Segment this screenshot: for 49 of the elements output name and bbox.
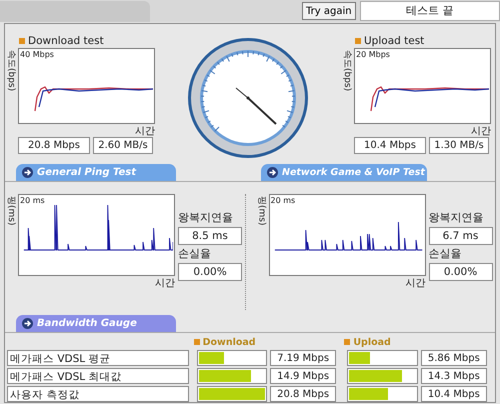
try-again-button[interactable]: Try again (302, 2, 356, 20)
latency-field: 6.7 ms (428, 227, 492, 246)
loss-label: 손실율 (428, 246, 462, 262)
scale-label: 40 Mbps (20, 50, 54, 59)
scale-label: 20 ms (20, 196, 45, 206)
table-cell: 14.3 Mbps (420, 368, 488, 384)
column-header: Upload (353, 336, 391, 348)
scale-label: 20 ms (270, 196, 296, 206)
axis-label: 시간 (155, 277, 175, 290)
loss-label: 손실율 (178, 246, 212, 262)
axis-label: 핑(ms) (256, 195, 268, 226)
table-cell: 7.19 Mbps (270, 350, 336, 366)
arrow-icon (267, 167, 278, 178)
table-cell: 14.9 Mbps (270, 368, 336, 384)
bullet-icon (355, 38, 361, 44)
reading-field: 2.60 MB/s (93, 137, 153, 154)
axis-label: 시간 (471, 125, 491, 137)
section-tab[interactable]: Bandwidth Gauge (16, 315, 176, 332)
axis-label: 속도(bps) (5, 49, 17, 92)
section-tab[interactable]: General Ping Test (16, 164, 176, 182)
latency-label: 왕복지연율 (178, 210, 234, 226)
reading-field: 20.8 Mbps (18, 137, 90, 154)
arrow-icon (22, 167, 33, 178)
axis-label: 속도(bps) (341, 49, 353, 92)
test-title: Upload test (364, 35, 424, 47)
bullet-icon (344, 339, 350, 346)
status-field: 테스트 끝 (360, 1, 500, 21)
column-header: Download (202, 336, 256, 348)
table-cell: 20.8 Mbps (270, 386, 336, 402)
reading-field: 10.4 Mbps (354, 137, 426, 154)
table-cell: 메가패스 VDSL 최대값 (7, 368, 189, 384)
axis-label: 핑(ms) (5, 195, 17, 226)
axis-label: 시간 (406, 277, 426, 290)
loss-field: 0.00% (178, 263, 242, 282)
section-tab[interactable]: Network Game & VoIP Test (261, 164, 427, 182)
bullet-icon (194, 339, 200, 346)
table-cell: 5.86 Mbps (420, 350, 488, 366)
table-cell: 10.4 Mbps (420, 386, 488, 402)
table-cell: 메가패스 VDSL 평균 (7, 350, 189, 366)
arrow-icon (22, 318, 33, 330)
loss-field: 0.00% (428, 263, 492, 282)
table-cell: 사용자 측정값 (7, 386, 189, 402)
latency-label: 왕복지연율 (428, 210, 484, 226)
scale-label: 20 Mbps (356, 50, 390, 59)
axis-label: 시간 (135, 125, 155, 137)
test-title: Download test (28, 35, 104, 47)
reading-field: 1.30 MB/s (429, 137, 489, 154)
latency-field: 8.5 ms (178, 227, 242, 246)
bullet-icon (19, 38, 25, 44)
